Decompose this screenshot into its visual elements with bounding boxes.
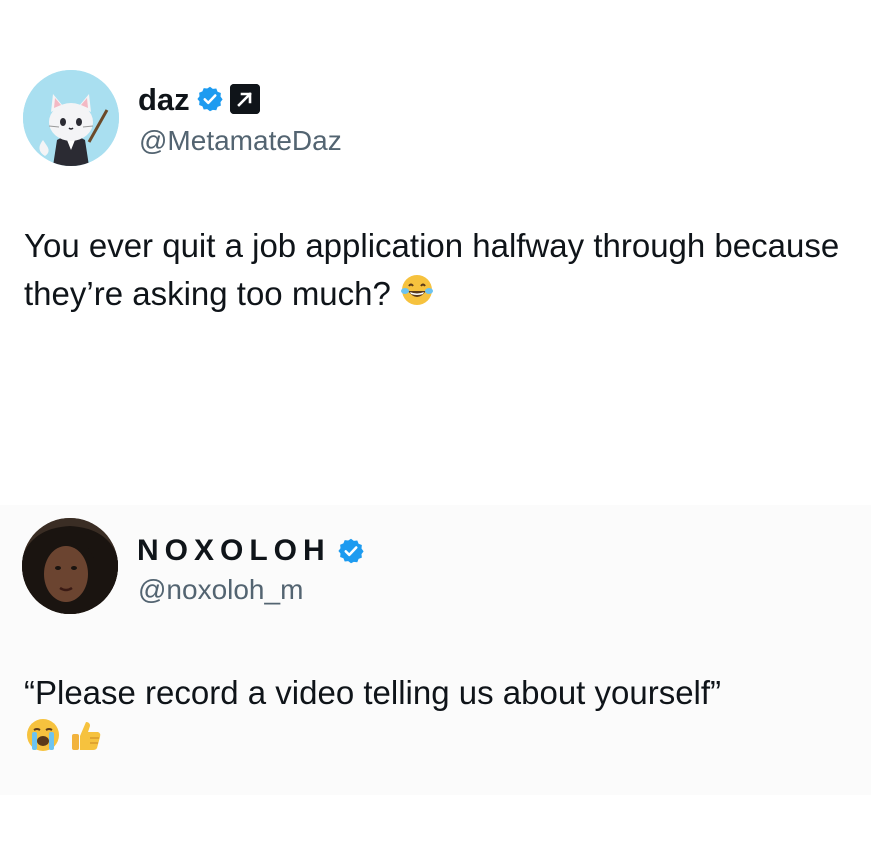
display-name[interactable]: NOXOLOH: [137, 536, 331, 566]
tweet-card: daz @MetamateDaz You ever quit a job app…: [0, 0, 871, 430]
user-handle[interactable]: @MetamateDaz: [139, 127, 342, 155]
emoji-row: [24, 717, 844, 765]
avatar[interactable]: [23, 70, 119, 166]
cat-avatar-icon: [23, 70, 119, 166]
name-row: daz: [138, 80, 260, 118]
verified-badge-icon: [196, 85, 224, 113]
affiliate-badge-icon[interactable]: [229, 84, 260, 114]
tweet-text-content: “Please record a video telling us about …: [24, 674, 722, 711]
display-name[interactable]: daz: [138, 84, 190, 115]
verified-badge-icon: [337, 537, 365, 565]
tweet-text: “Please record a video telling us about …: [24, 669, 844, 765]
tweet-text: You ever quit a job application halfway …: [24, 222, 844, 320]
name-row: NOXOLOH: [137, 531, 365, 571]
user-handle[interactable]: @noxoloh_m: [138, 576, 303, 604]
avatar[interactable]: [22, 518, 118, 614]
tweet-card: NOXOLOH @noxoloh_m “Please record a vide…: [0, 505, 871, 795]
loudly-crying-emoji-icon: [24, 716, 62, 767]
thumbs-up-emoji-icon: [66, 716, 104, 767]
laughing-tears-emoji-icon: [400, 272, 434, 320]
profile-photo-icon: [22, 518, 118, 614]
